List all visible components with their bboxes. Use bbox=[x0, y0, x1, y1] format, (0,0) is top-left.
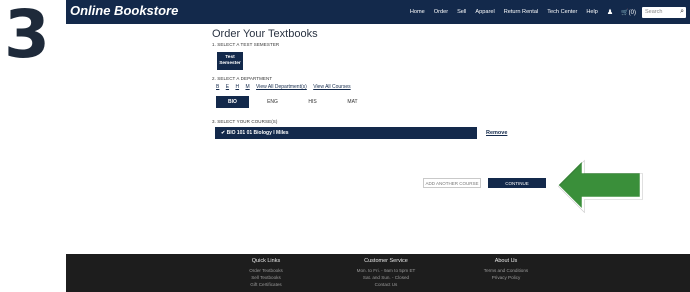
continue-button[interactable]: CONTINUE bbox=[488, 178, 546, 188]
department-his-button[interactable]: HIS bbox=[296, 96, 329, 108]
department-eng-button[interactable]: ENG bbox=[256, 96, 289, 108]
section-course-heading: 3. SELECT YOUR COURSE(S) bbox=[212, 119, 278, 124]
footer-link-contact-us[interactable]: Contact Us bbox=[336, 281, 436, 288]
footer-quick-links-title: Quick Links bbox=[251, 258, 281, 264]
department-buttons: BIO ENG HIS MAT bbox=[216, 96, 376, 108]
left-arrow-icon bbox=[555, 158, 643, 213]
selected-course[interactable]: ✔ BIO 101 01 Biology I Miles bbox=[215, 127, 477, 139]
footer-customer-service-title: Customer Service bbox=[364, 258, 408, 264]
search-icon[interactable]: ⌕ bbox=[680, 8, 684, 16]
footer-link-sell-textbooks[interactable]: Sell Textbooks bbox=[216, 274, 316, 281]
view-all-courses-link[interactable]: View All Courses bbox=[313, 84, 350, 90]
footer-quick-links: Quick Links Order Textbooks Sell Textboo… bbox=[216, 258, 316, 288]
top-nav-bar: Online Bookstore Home Order Sell Apparel… bbox=[66, 0, 690, 24]
site-footer: Quick Links Order Textbooks Sell Textboo… bbox=[66, 254, 690, 292]
department-bio-button[interactable]: BIO bbox=[216, 96, 249, 108]
section-department-heading: 2. SELECT A DEPARTMENT bbox=[212, 76, 273, 81]
nav-order[interactable]: Order bbox=[434, 9, 448, 15]
section-semester-heading: 1. SELECT A TEST SEMESTER bbox=[212, 42, 280, 47]
letter-m[interactable]: M bbox=[245, 84, 249, 90]
semester-button[interactable]: Test Semester bbox=[217, 52, 243, 70]
search-placeholder: Search bbox=[645, 8, 663, 15]
add-another-course-button[interactable]: ADD ANOTHER COURSE bbox=[423, 178, 481, 188]
main-content: Order Your Textbooks 1. SELECT A TEST SE… bbox=[66, 24, 690, 254]
department-letter-filter: B E H M View All Department(s) View All … bbox=[216, 84, 356, 90]
cart-button[interactable]: 🛒(0) bbox=[621, 9, 636, 16]
page-title: Order Your Textbooks bbox=[212, 28, 318, 40]
department-mat-button[interactable]: MAT bbox=[336, 96, 369, 108]
letter-b[interactable]: B bbox=[216, 84, 219, 90]
footer-about-us: About Us Terms and Conditions Privacy Po… bbox=[456, 258, 556, 281]
nav-return-rental[interactable]: Return Rental bbox=[504, 9, 539, 15]
letter-h[interactable]: H bbox=[235, 84, 239, 90]
footer-hours-weekend: Sat. and Sun. - Closed bbox=[362, 275, 410, 280]
cart-count: (0) bbox=[628, 9, 636, 16]
nav-sell[interactable]: Sell bbox=[457, 9, 466, 15]
footer-link-terms[interactable]: Terms and Conditions bbox=[456, 267, 556, 274]
cart-icon: 🛒 bbox=[621, 9, 629, 16]
footer-link-gift-certificates[interactable]: Gift Certificates bbox=[216, 281, 316, 288]
search-input[interactable]: Search ⌕ bbox=[642, 6, 686, 18]
nav-home[interactable]: Home bbox=[410, 9, 425, 15]
brand-logo[interactable]: Online Bookstore bbox=[70, 3, 178, 18]
view-all-departments-link[interactable]: View All Department(s) bbox=[256, 84, 307, 90]
footer-about-us-title: About Us bbox=[494, 258, 518, 264]
remove-course-link[interactable]: Remove bbox=[486, 130, 507, 136]
step-number: 3 bbox=[0, 0, 66, 292]
letter-e[interactable]: E bbox=[226, 84, 229, 90]
semester-label-line2: Semester bbox=[219, 61, 241, 66]
footer-link-privacy[interactable]: Privacy Policy bbox=[456, 274, 556, 281]
nav-apparel[interactable]: Apparel bbox=[475, 9, 494, 15]
step-number-text: 3 bbox=[4, 0, 50, 73]
nav-tech-center[interactable]: Tech Center bbox=[547, 9, 577, 15]
user-icon[interactable]: ♟ bbox=[607, 8, 613, 16]
nav-help[interactable]: Help bbox=[586, 9, 598, 15]
footer-link-order-textbooks[interactable]: Order Textbooks bbox=[216, 267, 316, 274]
screenshot: Online Bookstore Home Order Sell Apparel… bbox=[66, 0, 690, 292]
main-nav: Home Order Sell Apparel Return Rental Te… bbox=[401, 0, 686, 24]
footer-customer-service: Customer Service Mon. to Fri. - 9am to 5… bbox=[336, 258, 436, 288]
footer-hours-weekday: Mon. to Fri. - 9am to 5pm ET bbox=[356, 268, 416, 273]
